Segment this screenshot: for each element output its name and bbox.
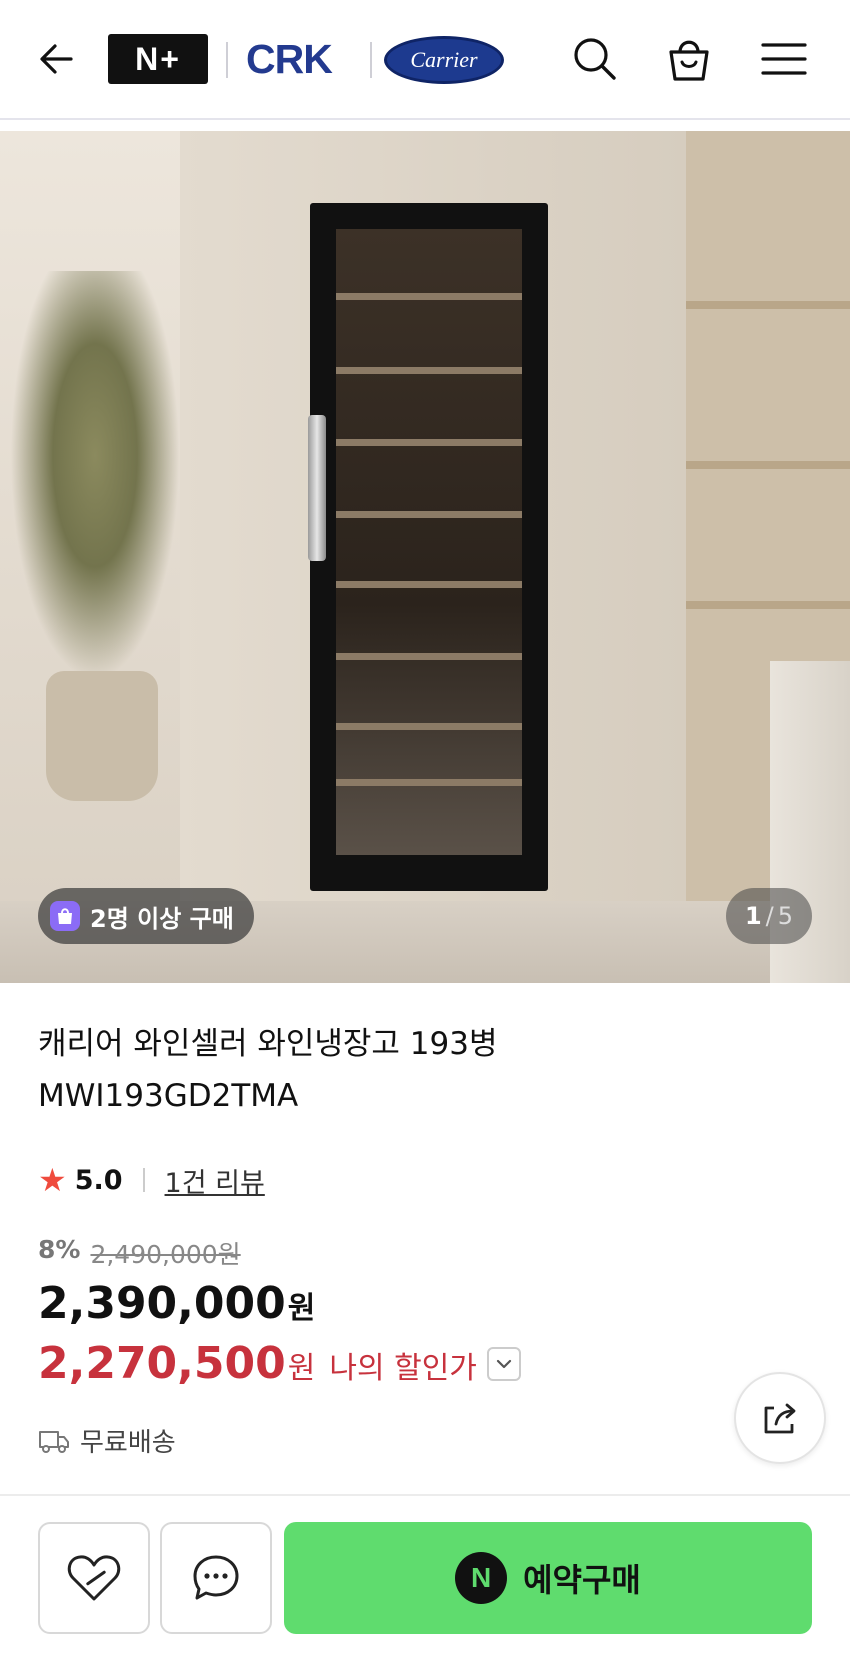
group-purchase-badge: 2명 이상 구매 [38, 888, 254, 944]
wine-rack [336, 367, 522, 374]
shopping-bag-icon [669, 40, 709, 81]
my-discount-price: 2,270,500 [38, 1338, 286, 1389]
naver-pay-icon: N [455, 1552, 508, 1604]
image-counter-separator: / [765, 902, 774, 930]
image-total: 5 [777, 902, 794, 930]
logo-divider [370, 42, 372, 78]
chat-bubble-icon [193, 1555, 239, 1600]
bottom-action-bar: N 예약구매 [0, 1494, 850, 1657]
rating-score: 5.0 [74, 1164, 123, 1196]
wishlist-button[interactable] [38, 1522, 150, 1634]
rating-row: ★ 5.0 1건 리뷰 [38, 1160, 265, 1200]
image-counter: 1 / 5 [726, 888, 812, 944]
cart-button[interactable] [654, 24, 724, 94]
crk-logo[interactable]: CRK [246, 36, 333, 83]
logo-divider [226, 42, 228, 78]
chevron-down-icon [496, 1359, 512, 1368]
sale-price-unit: 원 [287, 1291, 316, 1326]
plant-pot [46, 671, 158, 801]
wine-rack [336, 439, 522, 446]
my-discount-price-unit: 원 [287, 1351, 316, 1386]
chat-button[interactable] [160, 1522, 272, 1634]
wine-rack [336, 293, 522, 300]
naver-plus-logo[interactable]: N+ [108, 34, 208, 84]
discount-detail-toggle[interactable] [486, 1346, 521, 1381]
share-icon [764, 1403, 796, 1434]
sale-price-row: 2,390,000 원 [38, 1278, 315, 1329]
reserve-purchase-label: 예약구매 [523, 1561, 641, 1599]
sale-price: 2,390,000 [38, 1278, 286, 1329]
image-index: 1 [744, 902, 762, 930]
menu-button[interactable] [749, 24, 819, 94]
search-button[interactable] [560, 24, 630, 94]
divider [142, 1168, 145, 1192]
wine-rack [336, 723, 522, 730]
original-price: 2,490,000원 [90, 1240, 241, 1269]
wine-rack [336, 511, 522, 518]
share-button[interactable] [734, 1372, 826, 1464]
wine-rack [336, 581, 522, 588]
my-discount-price-row[interactable]: 2,270,500 원 나의 할인가 [38, 1338, 521, 1389]
review-count-link[interactable]: 1건 리뷰 [165, 1161, 265, 1200]
shipping-info: 무료배송 [38, 1422, 176, 1459]
wine-rack [336, 779, 522, 786]
shipping-label: 무료배송 [80, 1428, 176, 1458]
back-button[interactable] [22, 24, 92, 94]
discount-percent: 8% [38, 1235, 81, 1264]
wine-cellar-glass-door [336, 229, 522, 855]
delivery-truck-icon [39, 1430, 69, 1453]
heart-icon [67, 1555, 121, 1601]
arrow-left-icon [40, 44, 73, 74]
hamburger-menu-icon [761, 43, 807, 75]
product-image-carousel[interactable] [0, 131, 850, 983]
star-icon: ★ [38, 1161, 67, 1199]
top-app-bar: N+ CRK Carrier [0, 0, 850, 120]
shopping-bag-icon [50, 901, 80, 931]
carrier-logo[interactable]: Carrier [384, 36, 504, 84]
original-price-row: 8% 2,490,000원 [38, 1235, 241, 1271]
shelf-board [686, 461, 850, 469]
shelf-board [686, 301, 850, 309]
my-discount-label: 나의 할인가 [329, 1351, 477, 1386]
badge-label: 2명 이상 구매 [90, 904, 234, 933]
reserve-purchase-button[interactable]: N 예약구매 [284, 1522, 812, 1634]
shelf-board [686, 601, 850, 609]
wine-rack [336, 653, 522, 660]
plant-illustration [10, 271, 180, 681]
product-title: 캐리어 와인셀러 와인냉장고 193병 MWI193GD2TMA [38, 1026, 498, 1114]
door-handle [308, 415, 326, 561]
search-icon [574, 38, 616, 80]
